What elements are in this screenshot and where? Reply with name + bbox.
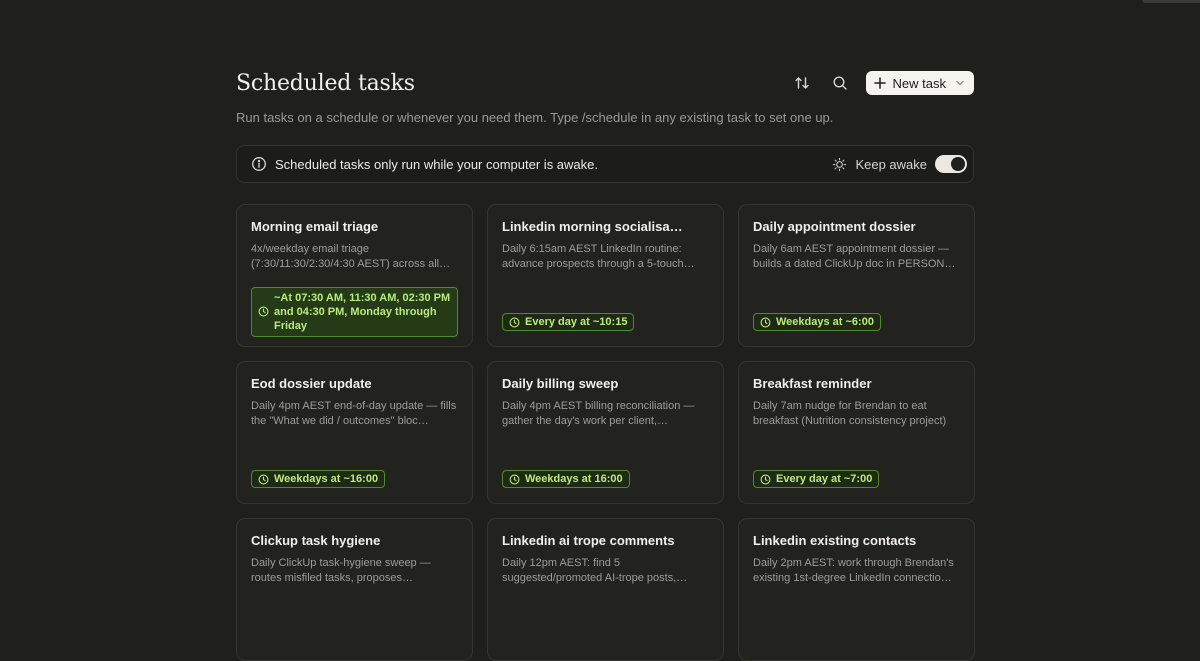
task-card[interactable]: Linkedin existing contacts Daily 2pm AES… <box>738 518 975 661</box>
task-title: Clickup task hygiene <box>251 533 381 548</box>
sun-icon <box>833 157 847 171</box>
task-card[interactable]: Linkedin ai trope comments Daily 12pm AE… <box>487 518 724 661</box>
keep-awake-toggle[interactable] <box>935 155 967 173</box>
schedule-text: Weekdays at ~16:00 <box>274 473 379 485</box>
task-grid: Morning email triage 4x/weekday email tr… <box>236 204 975 661</box>
task-title: Breakfast reminder <box>753 376 872 391</box>
schedule-text: ~At 07:30 AM, 11:30 AM, 02:30 PM and 04:… <box>274 292 451 332</box>
clock-icon <box>258 474 269 484</box>
task-card[interactable]: Linkedin morning socialisa… Daily 6:15am… <box>487 204 724 347</box>
clock-icon <box>509 317 520 327</box>
task-title: Linkedin ai trope comments <box>502 533 675 548</box>
toggle-knob <box>951 157 965 171</box>
task-description: Daily 2pm AEST: work through Brendan's e… <box>753 557 954 584</box>
chevron-down-icon[interactable] <box>955 78 965 88</box>
schedule-badge: Weekdays at ~16:00 <box>251 470 386 488</box>
page-title: Scheduled tasks <box>236 70 415 96</box>
new-task-label: New task <box>892 75 946 91</box>
task-title: Daily billing sweep <box>502 376 619 391</box>
page-header: Scheduled tasks New task <box>236 68 974 98</box>
task-card[interactable]: Clickup task hygiene Daily ClickUp task-… <box>236 518 473 661</box>
task-description: Daily 4pm AEST billing reconciliation — … <box>502 400 695 427</box>
task-title: Eod dossier update <box>251 376 372 391</box>
task-description: Daily 6am AEST appointment dossier — bui… <box>753 243 956 270</box>
task-description: Daily 6:15am AEST LinkedIn routine: adva… <box>502 243 695 270</box>
search-button[interactable] <box>828 71 852 95</box>
schedule-badge: ~At 07:30 AM, 11:30 AM, 02:30 PM and 04:… <box>251 287 458 337</box>
task-title: Daily appointment dossier <box>753 219 916 234</box>
schedule-badge: Every day at ~7:00 <box>753 470 880 488</box>
task-description: Daily 4pm AEST end-of-day update — fills… <box>251 400 457 427</box>
keep-awake-group: Keep awake <box>832 155 967 173</box>
info-icon <box>252 157 266 171</box>
clock-icon <box>760 317 771 327</box>
task-description: 4x/weekday email triage (7:30/11:30/2:30… <box>251 243 451 270</box>
task-description: Daily ClickUp task-hygiene sweep — route… <box>251 557 431 584</box>
schedule-text: Every day at ~10:15 <box>525 316 628 328</box>
schedule-text: Weekdays at 16:00 <box>525 473 623 485</box>
schedule-badge: Weekdays at 16:00 <box>502 470 630 488</box>
window-control <box>1142 0 1200 3</box>
sort-button[interactable] <box>790 71 814 95</box>
schedule-badge: Every day at ~10:15 <box>502 313 635 331</box>
task-description: Daily 12pm AEST: find 5 suggested/promot… <box>502 557 688 584</box>
schedule-text: Weekdays at ~6:00 <box>776 316 874 328</box>
header-actions: New task <box>790 71 974 95</box>
page-subtitle: Run tasks on a schedule or whenever you … <box>236 110 834 125</box>
banner-message-group: Scheduled tasks only run while your comp… <box>251 156 598 172</box>
clock-icon <box>509 474 520 484</box>
new-task-button[interactable]: New task <box>865 71 974 95</box>
search-icon <box>833 76 847 90</box>
task-card[interactable]: Daily appointment dossier Daily 6am AEST… <box>738 204 975 347</box>
task-title: Linkedin existing contacts <box>753 533 917 548</box>
keep-awake-label: Keep awake <box>855 156 927 172</box>
clock-icon <box>760 474 771 484</box>
awake-banner: Scheduled tasks only run while your comp… <box>236 145 974 183</box>
task-description: Daily 7am nudge for Brendan to eat break… <box>753 400 947 427</box>
schedule-text: Every day at ~7:00 <box>776 473 873 485</box>
task-card[interactable]: Eod dossier update Daily 4pm AEST end-of… <box>236 361 473 504</box>
plus-icon <box>873 77 886 89</box>
banner-message: Scheduled tasks only run while your comp… <box>275 156 598 172</box>
task-card[interactable]: Morning email triage 4x/weekday email tr… <box>236 204 473 347</box>
task-title: Morning email triage <box>251 219 379 234</box>
task-title: Linkedin morning socialisa… <box>502 219 683 234</box>
scheduled-tasks-page: Scheduled tasks New task Run tasks on a … <box>236 68 975 661</box>
sort-icon <box>794 77 809 89</box>
schedule-badge: Weekdays at ~6:00 <box>753 313 881 331</box>
clock-icon <box>258 306 269 317</box>
task-card[interactable]: Breakfast reminder Daily 7am nudge for B… <box>738 361 975 504</box>
task-card[interactable]: Daily billing sweep Daily 4pm AEST billi… <box>487 361 724 504</box>
